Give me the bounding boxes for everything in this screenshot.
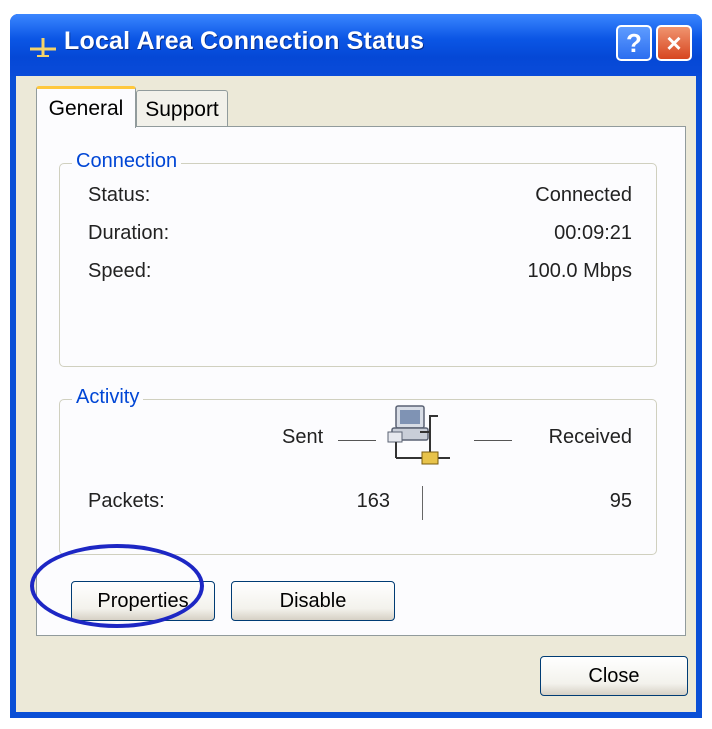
network-computer-icon bbox=[387, 405, 450, 465]
received-label: Received bbox=[548, 426, 632, 448]
status-label: Status: bbox=[88, 184, 151, 206]
activity-group-label: Activity bbox=[72, 386, 144, 409]
network-connection-icon bbox=[30, 38, 56, 57]
packets-divider bbox=[422, 486, 423, 520]
properties-highlight-ellipse bbox=[30, 544, 204, 628]
packets-sent-value: 163 bbox=[356, 490, 390, 512]
tab-support[interactable]: Support bbox=[136, 90, 228, 128]
title-bar[interactable]: Local Area Connection Status ? × bbox=[10, 14, 702, 76]
window-title: Local Area Connection Status bbox=[64, 27, 425, 55]
help-icon: ? bbox=[626, 27, 642, 58]
duration-value: 00:09:21 bbox=[554, 222, 632, 244]
help-button[interactable]: ? bbox=[616, 25, 652, 61]
connection-group-label: Connection bbox=[72, 150, 182, 173]
activity-group: Activity Sent Received Packets: 163 95 bbox=[59, 386, 657, 555]
close-button-label: Close bbox=[588, 664, 640, 687]
sent-line bbox=[338, 440, 376, 441]
status-value: Connected bbox=[535, 184, 632, 206]
speed-label: Speed: bbox=[88, 260, 152, 282]
close-button[interactable]: Close bbox=[540, 656, 688, 696]
disable-button-label: Disable bbox=[279, 589, 347, 612]
packets-label: Packets: bbox=[88, 490, 165, 512]
tab-general[interactable]: General bbox=[36, 86, 136, 128]
speed-value: 100.0 Mbps bbox=[527, 260, 632, 282]
connection-group: Connection Status: Connected Duration: 0… bbox=[59, 150, 657, 367]
close-window-button[interactable]: × bbox=[656, 25, 692, 61]
tab-general-label: General bbox=[48, 96, 124, 120]
received-line bbox=[474, 440, 512, 441]
duration-label: Duration: bbox=[88, 222, 170, 244]
disable-button[interactable]: Disable bbox=[231, 581, 395, 621]
sent-label: Sent bbox=[282, 426, 324, 448]
tab-support-label: Support bbox=[145, 97, 219, 121]
close-icon: × bbox=[666, 27, 682, 58]
packets-received-value: 95 bbox=[609, 490, 632, 512]
